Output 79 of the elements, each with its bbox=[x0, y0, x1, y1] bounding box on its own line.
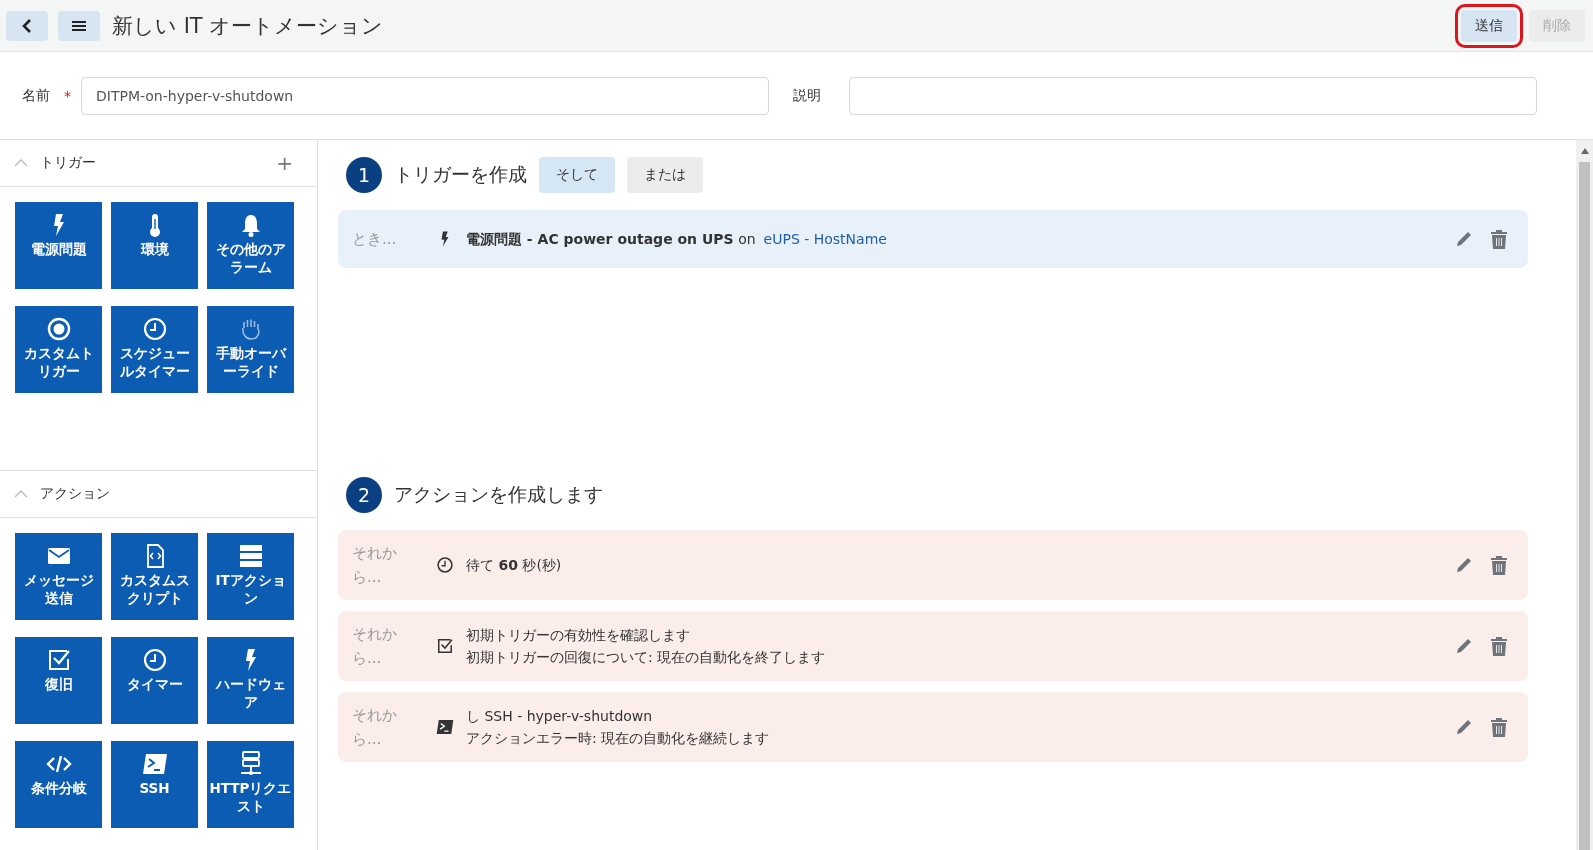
tile-label: SSH bbox=[138, 780, 171, 798]
tile-label: 環境 bbox=[139, 241, 170, 259]
tile-label: 手動オーバーライド bbox=[214, 345, 288, 381]
step-title: トリガーを作成 bbox=[394, 162, 527, 187]
section-title: アクション bbox=[40, 485, 110, 503]
thermometer-tile[interactable]: 環境 bbox=[111, 202, 198, 289]
clock-tile[interactable]: タイマー bbox=[111, 637, 198, 724]
name-field[interactable]: DITPM-on-hyper-v-shutdown bbox=[81, 76, 769, 115]
page-title: 新しい IT オートメーション bbox=[112, 12, 384, 40]
trash-icon[interactable] bbox=[1490, 555, 1508, 575]
tile-label: ハードウェア bbox=[214, 676, 287, 712]
row-prefix: それから... bbox=[352, 543, 398, 588]
chevron-left-icon bbox=[21, 18, 33, 33]
device-link[interactable]: eUPS - HostName bbox=[763, 230, 887, 247]
server-tile[interactable]: HTTPリクエスト bbox=[207, 741, 294, 828]
description-field[interactable] bbox=[849, 76, 1537, 115]
tile-label: タイマー bbox=[125, 676, 184, 694]
required-mark: * bbox=[64, 87, 71, 104]
tile-label: カスタムトリガー bbox=[22, 345, 95, 381]
row-text: アクションエラー時: 現在の自動化を継続します bbox=[466, 729, 771, 748]
step-title: アクションを作成します bbox=[394, 482, 603, 507]
tile-label: メッセージ送信 bbox=[22, 572, 95, 608]
bolt-tile[interactable]: ハードウェア bbox=[207, 637, 294, 724]
terminal-icon bbox=[141, 751, 168, 777]
row-text: し SSH - hyper-v-shutdown bbox=[466, 706, 654, 726]
tile-label: スケジュールタイマー bbox=[118, 345, 191, 381]
hand-tile[interactable]: 手動オーバーライド bbox=[207, 306, 294, 393]
operator-toggle[interactable]: または bbox=[627, 157, 703, 193]
scrollbar[interactable] bbox=[1576, 140, 1593, 850]
script-tile[interactable]: カスタムスクリプト bbox=[111, 533, 198, 620]
menu-button[interactable] bbox=[58, 10, 100, 41]
scrollbar-thumb[interactable] bbox=[1579, 162, 1590, 850]
check-tile[interactable]: 復旧 bbox=[15, 637, 102, 724]
edit-icon[interactable] bbox=[1454, 229, 1474, 249]
row-text: 待て 60 秒(秒) bbox=[466, 555, 563, 575]
stack-tile[interactable]: ITアクション bbox=[207, 533, 294, 620]
edit-icon[interactable] bbox=[1454, 555, 1474, 575]
trash-icon[interactable] bbox=[1490, 229, 1508, 249]
tile-label: 条件分岐 bbox=[29, 780, 88, 798]
scroll-up-icon[interactable] bbox=[1580, 148, 1589, 154]
row-prefix: それから... bbox=[352, 705, 398, 750]
tile-label: HTTPリクエスト bbox=[209, 780, 292, 816]
target-tile[interactable]: カスタムトリガー bbox=[15, 306, 102, 393]
menu-icon bbox=[72, 19, 86, 32]
bolt-tile[interactable]: 電源問題 bbox=[15, 202, 102, 289]
terminal-icon bbox=[436, 718, 454, 736]
target-icon bbox=[45, 316, 72, 342]
name-label: 名前 bbox=[22, 86, 50, 105]
row-prefix: とき... bbox=[352, 229, 398, 250]
trash-icon[interactable] bbox=[1490, 636, 1508, 656]
clock-icon bbox=[436, 556, 454, 574]
row-prefix: それから... bbox=[352, 624, 398, 669]
tile-label: カスタムスクリプト bbox=[118, 572, 191, 608]
tile-label: ITアクション bbox=[214, 572, 287, 608]
check-icon bbox=[436, 637, 454, 655]
edit-icon[interactable] bbox=[1454, 717, 1474, 737]
clock-icon bbox=[141, 647, 168, 673]
section-title: トリガー bbox=[40, 154, 96, 172]
row-text: 初期トリガーの回復について: 現在の自動化を終了します bbox=[466, 648, 827, 667]
stack-icon bbox=[237, 543, 264, 569]
description-label: 説明 bbox=[793, 86, 821, 105]
row-text: 電源問題 - AC power outage on UPS on bbox=[466, 229, 756, 249]
tile-label: 電源問題 bbox=[29, 241, 88, 259]
bell-tile[interactable]: その他のアラーム bbox=[207, 202, 294, 289]
terminal-tile[interactable]: SSH bbox=[111, 741, 198, 828]
step-number-badge: 2 bbox=[346, 477, 382, 513]
operator-toggle[interactable]: そして bbox=[539, 157, 615, 193]
edit-icon[interactable] bbox=[1454, 636, 1474, 656]
row-text: 初期トリガーの有効性を確認します bbox=[466, 625, 691, 645]
tile-label: 復旧 bbox=[43, 676, 74, 694]
clock-tile[interactable]: スケジュールタイマー bbox=[111, 306, 198, 393]
add-button[interactable]: + bbox=[276, 151, 293, 175]
mail-tile[interactable]: メッセージ送信 bbox=[15, 533, 102, 620]
step-number-badge: 1 bbox=[346, 157, 382, 193]
code-tile[interactable]: 条件分岐 bbox=[15, 741, 102, 828]
clock-icon bbox=[141, 316, 168, 342]
back-button[interactable] bbox=[6, 10, 48, 41]
tile-label: その他のアラーム bbox=[214, 241, 287, 277]
trash-icon[interactable] bbox=[1490, 717, 1508, 737]
